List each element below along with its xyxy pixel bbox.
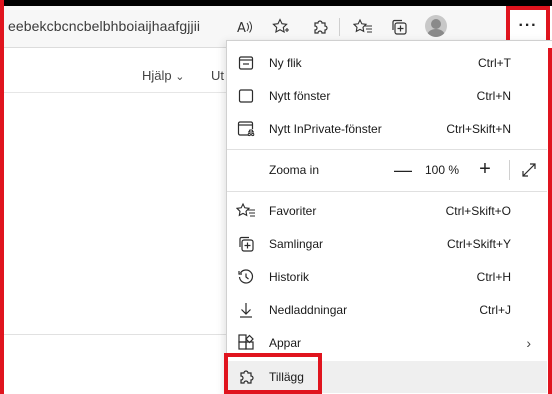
menu-item-apps[interactable]: Appar › — [227, 327, 547, 359]
menu-label: Nedladdningar — [269, 303, 348, 317]
svg-text:A: A — [237, 21, 246, 35]
menu-shortcut: Ctrl+N — [476, 89, 511, 103]
menu-item-history[interactable]: Historik Ctrl+H — [227, 261, 547, 293]
zoom-divider — [509, 160, 510, 180]
settings-menu: Ny flik Ctrl+T Nytt fönster Ctrl+N Nytt … — [226, 40, 552, 394]
menu-item-new-window[interactable]: Nytt fönster Ctrl+N — [227, 80, 547, 112]
collections-icon[interactable] — [386, 14, 412, 40]
menu-shortcut: Ctrl+Skift+O — [445, 204, 511, 218]
collections-icon — [235, 233, 257, 255]
chevron-right-icon: › — [526, 335, 531, 351]
menu-item-downloads[interactable]: Nedladdningar Ctrl+J — [227, 294, 547, 326]
menu-shortcut: Ctrl+Skift+Y — [446, 237, 511, 251]
page-link-ut[interactable]: Ut — [211, 68, 224, 83]
extensions-icon[interactable] — [307, 14, 333, 40]
menu-label: Nytt InPrivate-fönster — [269, 122, 382, 136]
toolbar-divider — [339, 18, 340, 36]
new-window-icon — [235, 85, 257, 107]
help-label: Hjälp — [142, 68, 172, 83]
favorites-icon — [235, 200, 257, 222]
menu-label: Samlingar — [269, 237, 324, 251]
download-icon — [235, 299, 257, 321]
extensions-icon — [235, 366, 257, 388]
menu-item-collections[interactable]: Samlingar Ctrl+Skift+Y — [227, 228, 547, 260]
zoom-in-button[interactable]: + — [473, 157, 497, 181]
menu-label: Ny flik — [269, 56, 302, 70]
new-tab-icon — [235, 52, 257, 74]
menu-divider — [227, 149, 547, 150]
menu-item-new-tab[interactable]: Ny flik Ctrl+T — [227, 47, 547, 79]
menu-divider — [227, 191, 547, 192]
menu-label: Appar — [269, 336, 302, 350]
menu-label: Historik — [269, 270, 310, 284]
zoom-out-button[interactable]: — — [391, 158, 415, 182]
inprivate-icon — [235, 118, 257, 140]
zoom-label: Zooma in — [269, 163, 320, 177]
chevron-down-icon: ⌄ — [175, 71, 185, 83]
menu-label: Nytt fönster — [269, 89, 331, 103]
apps-icon — [235, 332, 257, 354]
page-divider — [4, 334, 226, 335]
menu-shortcut: Ctrl+J — [479, 303, 511, 317]
read-aloud-icon[interactable]: A — [232, 14, 258, 40]
menu-shortcut: Ctrl+Skift+N — [446, 122, 511, 136]
menu-label: Favoriter — [269, 204, 317, 218]
menu-item-extensions[interactable]: Tillägg — [227, 361, 547, 393]
browser-window: eebekcbcncbelbhboiaijhaafgjjii A ··· Hjä… — [0, 0, 552, 394]
history-icon — [235, 266, 257, 288]
menu-shortcut: Ctrl+H — [476, 270, 511, 284]
menu-item-inprivate-window[interactable]: Nytt InPrivate-fönster Ctrl+Skift+N — [227, 113, 547, 145]
favorites-icon[interactable] — [350, 14, 376, 40]
menu-item-zoom: Zooma in — 100 % + — [227, 154, 547, 186]
highlight-frame-right — [548, 48, 552, 394]
address-bar[interactable]: eebekcbcncbelbhboiaijhaafgjjii — [8, 18, 200, 34]
highlight-frame-left — [0, 0, 4, 394]
fullscreen-icon[interactable] — [517, 158, 541, 182]
zoom-level: 100 % — [425, 163, 460, 177]
menu-item-favorites[interactable]: Favoriter Ctrl+Skift+O — [227, 195, 547, 227]
add-favorite-icon[interactable] — [268, 14, 294, 40]
menu-shortcut: Ctrl+T — [478, 56, 511, 70]
help-menu[interactable]: Hjälp ⌄ — [142, 68, 184, 83]
page-header: Hjälp ⌄ Ut — [4, 49, 226, 93]
menu-label: Tillägg — [269, 370, 304, 384]
profile-avatar[interactable] — [425, 15, 447, 37]
